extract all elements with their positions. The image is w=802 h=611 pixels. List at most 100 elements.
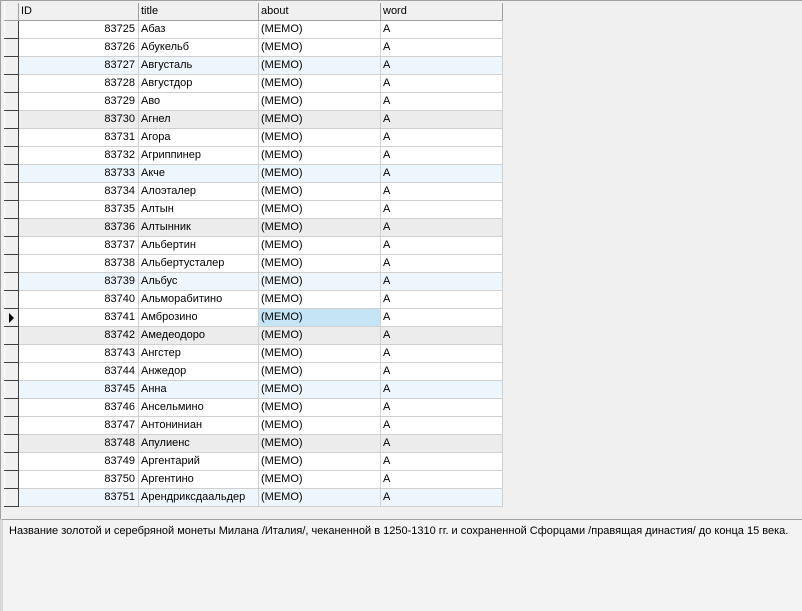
- row-indicator[interactable]: [4, 56, 19, 75]
- cell-about[interactable]: (MEMO): [258, 308, 381, 327]
- cell-about[interactable]: (MEMO): [258, 272, 381, 291]
- cell-about[interactable]: (MEMO): [258, 20, 381, 39]
- cell-id[interactable]: 83727: [18, 56, 139, 75]
- cell-word[interactable]: А: [380, 452, 503, 471]
- column-header-about[interactable]: about: [258, 3, 381, 21]
- cell-title[interactable]: Аво: [138, 92, 259, 111]
- cell-word[interactable]: А: [380, 56, 503, 75]
- cell-title[interactable]: Августдор: [138, 74, 259, 93]
- cell-title[interactable]: Алтын: [138, 200, 259, 219]
- cell-about[interactable]: (MEMO): [258, 398, 381, 417]
- cell-title[interactable]: Аргентино: [138, 470, 259, 489]
- cell-about[interactable]: (MEMO): [258, 470, 381, 489]
- cell-word[interactable]: А: [380, 398, 503, 417]
- cell-word[interactable]: А: [380, 344, 503, 363]
- cell-id[interactable]: 83741: [18, 308, 139, 327]
- cell-word[interactable]: А: [380, 290, 503, 309]
- row-indicator[interactable]: [4, 38, 19, 57]
- column-header-word[interactable]: word: [380, 3, 503, 21]
- cell-title[interactable]: Амедеодоро: [138, 326, 259, 345]
- cell-word[interactable]: А: [380, 488, 503, 507]
- cell-id[interactable]: 83743: [18, 344, 139, 363]
- table-row[interactable]: 83750 Аргентино (MEMO) А: [4, 470, 503, 489]
- cell-word[interactable]: А: [380, 416, 503, 435]
- row-indicator[interactable]: [4, 344, 19, 363]
- table-row[interactable]: 83734 Алоэталер (MEMO) А: [4, 182, 503, 201]
- table-row[interactable]: 83733 Акче (MEMO) А: [4, 164, 503, 183]
- cell-about[interactable]: (MEMO): [258, 146, 381, 165]
- cell-about[interactable]: (MEMO): [258, 236, 381, 255]
- cell-id[interactable]: 83731: [18, 128, 139, 147]
- row-indicator[interactable]: [4, 290, 19, 309]
- cell-id[interactable]: 83732: [18, 146, 139, 165]
- table-row[interactable]: 83731 Агора (MEMO) А: [4, 128, 503, 147]
- cell-title[interactable]: Алоэталер: [138, 182, 259, 201]
- cell-word[interactable]: А: [380, 218, 503, 237]
- row-indicator[interactable]: [4, 146, 19, 165]
- cell-word[interactable]: А: [380, 308, 503, 327]
- table-row[interactable]: 83737 Альбертин (MEMO) А: [4, 236, 503, 255]
- cell-title[interactable]: Алтынник: [138, 218, 259, 237]
- cell-id[interactable]: 83750: [18, 470, 139, 489]
- cell-about[interactable]: (MEMO): [258, 452, 381, 471]
- cell-about[interactable]: (MEMO): [258, 56, 381, 75]
- cell-word[interactable]: А: [380, 146, 503, 165]
- column-header-title[interactable]: title: [138, 3, 259, 21]
- cell-about[interactable]: (MEMO): [258, 182, 381, 201]
- cell-word[interactable]: А: [380, 74, 503, 93]
- table-row[interactable]: 83739 Альбус (MEMO) А: [4, 272, 503, 291]
- row-indicator[interactable]: [4, 20, 19, 39]
- cell-id[interactable]: 83734: [18, 182, 139, 201]
- row-indicator[interactable]: [4, 308, 19, 327]
- cell-word[interactable]: А: [380, 470, 503, 489]
- cell-word[interactable]: А: [380, 20, 503, 39]
- cell-word[interactable]: А: [380, 110, 503, 129]
- cell-about[interactable]: (MEMO): [258, 380, 381, 399]
- row-indicator[interactable]: [4, 488, 19, 507]
- cell-title[interactable]: Абаз: [138, 20, 259, 39]
- row-indicator[interactable]: [4, 92, 19, 111]
- cell-about[interactable]: (MEMO): [258, 128, 381, 147]
- cell-id[interactable]: 83751: [18, 488, 139, 507]
- row-indicator[interactable]: [4, 362, 19, 381]
- cell-title[interactable]: Агнел: [138, 110, 259, 129]
- table-row[interactable]: 83732 Агриппинер (MEMO) А: [4, 146, 503, 165]
- cell-title[interactable]: Анжедор: [138, 362, 259, 381]
- cell-title[interactable]: Анна: [138, 380, 259, 399]
- cell-word[interactable]: А: [380, 38, 503, 57]
- cell-about[interactable]: (MEMO): [258, 164, 381, 183]
- cell-title[interactable]: Антониниан: [138, 416, 259, 435]
- cell-id[interactable]: 83726: [18, 38, 139, 57]
- cell-id[interactable]: 83728: [18, 74, 139, 93]
- column-header-id[interactable]: ID: [18, 3, 139, 21]
- cell-id[interactable]: 83749: [18, 452, 139, 471]
- cell-id[interactable]: 83738: [18, 254, 139, 273]
- row-indicator[interactable]: [4, 182, 19, 201]
- cell-word[interactable]: А: [380, 92, 503, 111]
- row-indicator[interactable]: [4, 434, 19, 453]
- cell-id[interactable]: 83740: [18, 290, 139, 309]
- cell-id[interactable]: 83739: [18, 272, 139, 291]
- cell-title[interactable]: Альбертин: [138, 236, 259, 255]
- cell-word[interactable]: А: [380, 200, 503, 219]
- cell-title[interactable]: Агора: [138, 128, 259, 147]
- cell-title[interactable]: Августаль: [138, 56, 259, 75]
- cell-word[interactable]: А: [380, 380, 503, 399]
- cell-title[interactable]: Абукельб: [138, 38, 259, 57]
- cell-id[interactable]: 83730: [18, 110, 139, 129]
- table-row[interactable]: 83726 Абукельб (MEMO) А: [4, 38, 503, 57]
- cell-id[interactable]: 83737: [18, 236, 139, 255]
- table-row[interactable]: 83728 Августдор (MEMO) А: [4, 74, 503, 93]
- table-row[interactable]: 83738 Альбертусталер (MEMO) А: [4, 254, 503, 273]
- cell-word[interactable]: А: [380, 272, 503, 291]
- cell-word[interactable]: А: [380, 182, 503, 201]
- cell-word[interactable]: А: [380, 434, 503, 453]
- row-indicator[interactable]: [4, 254, 19, 273]
- table-row[interactable]: 83727 Августаль (MEMO) А: [4, 56, 503, 75]
- cell-about[interactable]: (MEMO): [258, 218, 381, 237]
- cell-id[interactable]: 83744: [18, 362, 139, 381]
- cell-title[interactable]: Акче: [138, 164, 259, 183]
- row-indicator[interactable]: [4, 380, 19, 399]
- cell-id[interactable]: 83733: [18, 164, 139, 183]
- row-indicator[interactable]: [4, 236, 19, 255]
